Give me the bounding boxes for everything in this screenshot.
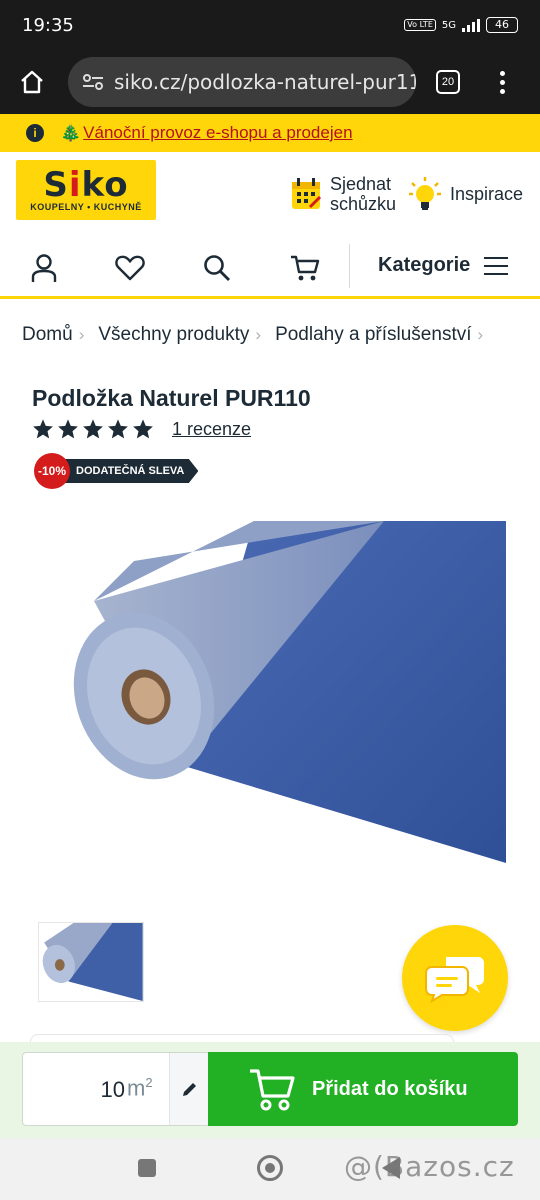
volte-icon: Vo LTE — [404, 19, 436, 31]
star-rating — [32, 418, 154, 440]
categories-menu-button[interactable]: Kategorie — [378, 254, 509, 277]
hamburger-icon — [484, 256, 509, 275]
promo-banner: i 🎄 Vánoční provoz e-shopu a prodejen — [0, 114, 540, 152]
product-title: Podložka Naturel PUR110 — [32, 385, 311, 411]
tab-switcher-button[interactable]: 20 — [436, 70, 460, 94]
product-thumbnail[interactable] — [38, 922, 144, 1002]
add-to-cart-label: Přidat do košíku — [312, 1077, 468, 1100]
meet-line-1: Sjednat — [330, 174, 392, 194]
heart-icon[interactable] — [110, 248, 150, 288]
browser-toolbar: siko.cz/podlozka-naturel-pur11 20 — [0, 50, 540, 114]
christmas-tree-icon: 🎄 — [60, 123, 82, 142]
product-image[interactable] — [34, 521, 506, 876]
book-appointment-link[interactable]: Sjednat schůzku — [290, 174, 396, 214]
chat-button[interactable] — [402, 925, 508, 1031]
site-header: Siko KOUPELNY • KUCHYNĚ Sjednat schůzku I… — [0, 152, 540, 232]
more-menu-icon[interactable] — [500, 70, 505, 94]
chevron-right-icon: › — [477, 325, 484, 344]
status-time: 19:35 — [22, 14, 74, 36]
add-to-cart-button[interactable]: Přidat do košíku — [208, 1052, 518, 1126]
chat-icon — [425, 957, 484, 1003]
star-icon — [133, 419, 153, 439]
lightbulb-icon — [409, 177, 441, 210]
breadcrumb-home[interactable]: Domů — [22, 324, 73, 346]
discount-label: DODATEČNÁ SLEVA — [62, 459, 199, 483]
home-icon[interactable] — [14, 64, 50, 100]
address-bar[interactable]: siko.cz/podlozka-naturel-pur11 — [68, 57, 416, 107]
cart-icon[interactable] — [285, 248, 325, 288]
network-type: 5G — [441, 19, 456, 31]
breadcrumb-floors[interactable]: Podlahy a příslušenství — [275, 324, 471, 346]
site-settings-icon[interactable] — [82, 73, 104, 91]
chevron-right-icon: › — [255, 325, 262, 344]
siko-logo[interactable]: Siko KOUPELNY • KUCHYNĚ — [16, 160, 156, 220]
nav-divider — [349, 244, 350, 288]
inspiration-label: Inspirace — [450, 184, 524, 204]
logo-tagline: KOUPELNY • KUCHYNĚ — [30, 202, 142, 212]
quantity-unit: m2 — [127, 1075, 153, 1101]
header-underline — [0, 296, 540, 299]
reviews-link[interactable]: 1 recenze — [172, 419, 251, 440]
quantity-input[interactable]: 10 m2 — [22, 1052, 210, 1126]
star-icon — [58, 419, 78, 439]
discount-badge: -10% DODATEČNÁ SLEVA — [34, 453, 199, 489]
star-icon — [83, 419, 103, 439]
recents-icon[interactable] — [138, 1159, 156, 1177]
pencil-icon[interactable] — [169, 1053, 209, 1125]
inspiration-link[interactable]: Inspirace — [408, 176, 523, 212]
home-button-icon[interactable] — [257, 1155, 283, 1181]
promo-link[interactable]: Vánoční provoz e-shopu a prodejen — [83, 123, 352, 143]
signal-icon — [462, 18, 480, 32]
watermark: @(Bazos.cz — [344, 1150, 515, 1183]
status-icons: Vo LTE 5G 46 — [404, 17, 518, 33]
calendar-icon — [292, 178, 322, 209]
product-rating: 1 recenze — [32, 418, 251, 440]
quantity-value[interactable]: 10 — [101, 1077, 125, 1103]
info-icon: i — [26, 124, 44, 142]
search-icon[interactable] — [197, 248, 237, 288]
user-icon[interactable] — [24, 248, 64, 288]
breadcrumb-all-products[interactable]: Všechny produkty — [98, 324, 249, 346]
categories-label: Kategorie — [378, 254, 471, 276]
battery-icon: 46 — [486, 17, 518, 33]
logo-wordmark: Siko — [43, 165, 129, 205]
chevron-right-icon: › — [78, 325, 85, 344]
main-nav: Kategorie — [0, 240, 540, 296]
meet-line-2: schůzku — [330, 194, 397, 214]
breadcrumb: Domů › Všechny produkty › Podlahy a příslu… — [22, 324, 497, 346]
star-icon — [33, 419, 53, 439]
star-icon — [108, 419, 128, 439]
url-text[interactable]: siko.cz/podlozka-naturel-pur11 — [114, 70, 416, 94]
discount-percent: -10% — [34, 453, 70, 489]
status-bar: 19:35 Vo LTE 5G 46 — [0, 0, 540, 50]
buy-bar: 10 m2 Přidat do košíku — [0, 1042, 540, 1138]
cart-icon — [250, 1069, 295, 1111]
